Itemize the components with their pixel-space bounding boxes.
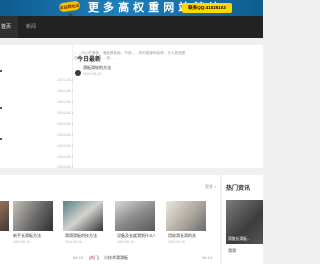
list-bullet [0, 138, 2, 140]
card-caption[interactable]: 设备及长度滑到什么? [117, 233, 155, 239]
latest-news-item[interactable]: 滑板滑轮的方法 [83, 65, 111, 71]
card-date: 2024-08-16 [168, 240, 185, 244]
news-thumbnail[interactable] [75, 70, 81, 76]
hot-news-caption[interactable]: 滑旋长滑板... [228, 237, 250, 242]
list-bullet [0, 107, 2, 109]
bottom-date: 08-15 [73, 255, 84, 260]
left-article-list [0, 45, 72, 168]
latest-news-date: 2024-08-16 [83, 72, 102, 76]
card-image[interactable] [166, 201, 206, 231]
list-bullet [0, 70, 2, 72]
main-nav: 首页 新闻 [0, 16, 263, 38]
hot-news-item[interactable]: 滑滑 [228, 248, 236, 254]
card-caption[interactable]: 用轮滑长滑的关 [168, 233, 196, 239]
card-caption[interactable]: 滑滑滑板的技方法 [65, 233, 97, 239]
banner-badge: 本站网址出售 [58, 0, 81, 16]
card-date: 2024-08-16 [13, 240, 30, 244]
bottom-date: 08-14 [202, 255, 213, 260]
card-caption[interactable]: 新手长滑板方法 [13, 233, 41, 239]
nav-item-news[interactable]: 新闻 [26, 16, 36, 38]
card-date: 2024-08-16 [65, 240, 82, 244]
card-image[interactable] [63, 201, 103, 231]
card-image[interactable] [115, 201, 155, 231]
hot-news-title: 热门资讯 [226, 186, 251, 192]
nav-item-home[interactable]: 首页 [1, 16, 11, 38]
latest-news-title: 今日最新 [77, 57, 102, 63]
hot-tag: [热门] [89, 255, 100, 260]
bottom-title[interactable]: 小技术滑滑板 [104, 255, 128, 261]
card-image[interactable] [13, 201, 53, 231]
card-image[interactable] [0, 201, 9, 231]
more-link[interactable]: 更多 > [205, 184, 216, 190]
card-date: 2024-08-16 [117, 240, 134, 244]
latest-news-panel [73, 45, 263, 168]
top-ad-banner[interactable]: 本站网址出售 更 多 高 权 重 网 站 转 让 联系QQ:41025103 [0, 0, 263, 16]
banner-contact: 联系QQ:41025103 [182, 3, 232, 13]
